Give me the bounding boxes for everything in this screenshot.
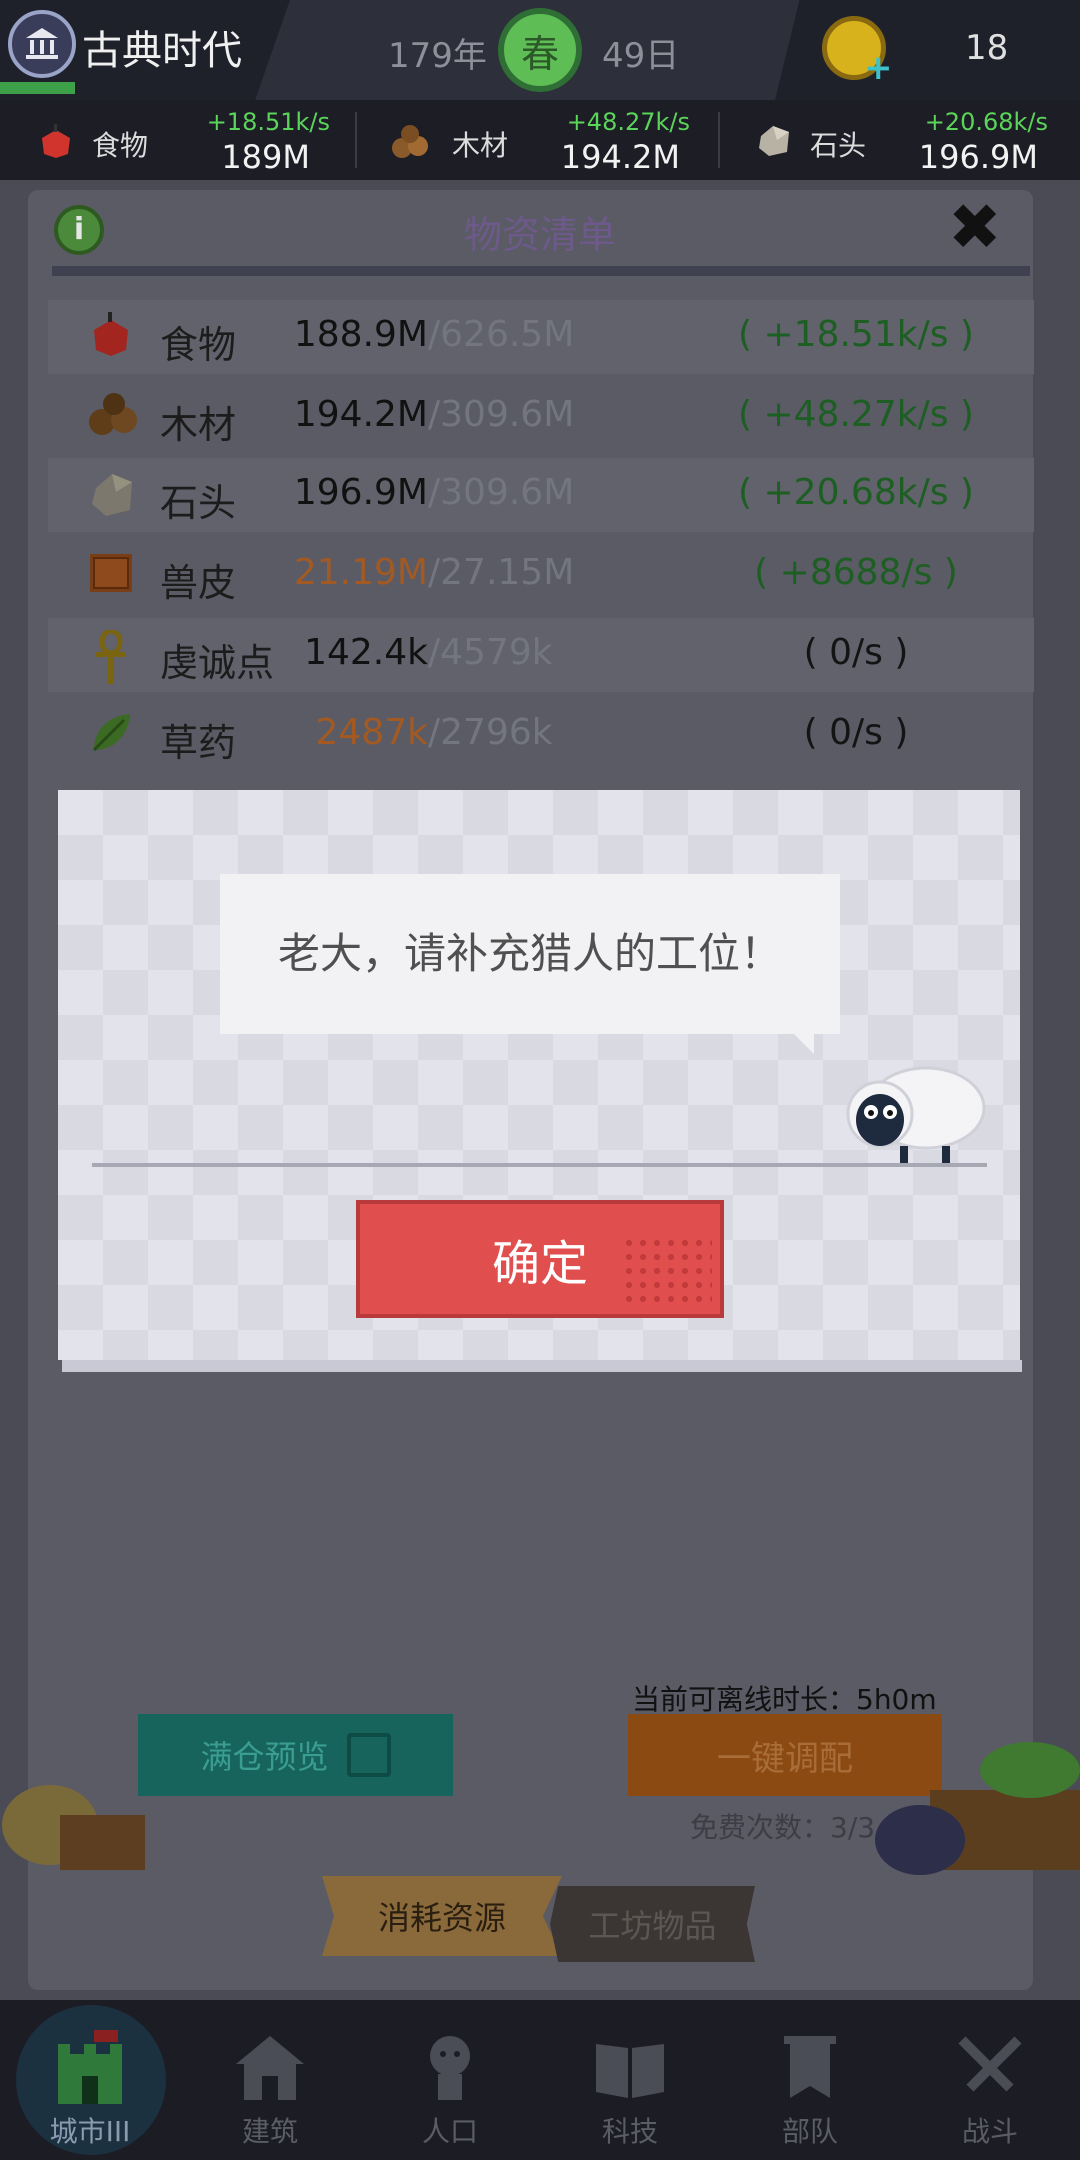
list-item: 石头 196.9M /309.6M ( +20.68k/s ) (48, 458, 1034, 532)
list-item: 虔诚点 142.4k /4579k ( 0/s ) (48, 618, 1034, 692)
divider (355, 112, 357, 168)
nav-item-population[interactable]: 人口 (385, 2010, 515, 2160)
nav-label-troops: 部队 (781, 2115, 838, 2148)
nav-item-buildings[interactable]: 建筑 (205, 2010, 335, 2160)
dialog-divider (92, 1163, 987, 1167)
castle-icon (50, 2028, 130, 2108)
list-item: 食物 188.9M /626.5M ( +18.51k/s ) (48, 300, 1034, 374)
season-badge: 春 (498, 8, 582, 92)
resource-rate: ( +48.27k/s ) (738, 394, 974, 435)
museum-icon[interactable] (8, 10, 76, 78)
house-icon (230, 2028, 310, 2108)
wood-icon (390, 124, 428, 160)
frog-crate-decoration (860, 1730, 1080, 1880)
nav-label-population: 人口 (421, 2115, 478, 2148)
resource-capacity: /27.15M (428, 552, 575, 593)
resource-name-stone: 石头 (810, 129, 867, 162)
resource-capacity: /4579k (428, 632, 553, 673)
apple-icon (88, 312, 134, 358)
person-icon (410, 2028, 490, 2108)
nav-label-battle: 战斗 (961, 2115, 1018, 2148)
swords-icon (950, 2028, 1030, 2108)
sack-decoration (0, 1755, 150, 1875)
ankh-icon (88, 628, 134, 684)
speech-bubble-tail (790, 1030, 814, 1054)
resource-capacity: /309.6M (428, 472, 575, 513)
nav-label-tech: 科技 (601, 2115, 658, 2148)
offline-duration: 当前可离线时长：5h0m (632, 1683, 937, 1716)
full-storage-preview-button[interactable]: 满仓预览 (138, 1714, 453, 1796)
resource-rate-food: +18.51k/s (206, 108, 330, 136)
book-icon (590, 2028, 670, 2108)
wood-icon (88, 392, 137, 438)
resource-rate: ( +18.51k/s ) (738, 314, 974, 355)
nav-item-troops[interactable]: 部队 (745, 2010, 875, 2160)
nav-item-city[interactable]: 城市III (25, 2010, 155, 2160)
add-coins-icon[interactable]: + (864, 48, 893, 88)
resource-capacity: /2796k (428, 712, 553, 753)
resource-current: 188.9M (293, 314, 428, 355)
title-divider (52, 266, 1030, 276)
era-title: 古典时代 (82, 28, 242, 74)
resource-current: 21.19M (293, 552, 428, 593)
stone-icon (88, 470, 134, 516)
sheep-mascot-icon (838, 1050, 988, 1170)
resource-capacity: /626.5M (428, 314, 575, 355)
resource-amount-food: 189M (221, 138, 310, 176)
apple-icon (38, 124, 74, 160)
resource-name-wood: 木材 (452, 129, 509, 162)
list-item: 兽皮 21.19M /27.15M ( +8688/s ) (48, 538, 1034, 612)
resource-name: 兽皮 (160, 561, 237, 605)
resource-current: 142.4k (304, 632, 428, 673)
stone-icon (755, 122, 791, 158)
close-icon[interactable]: ✖ (948, 196, 1002, 260)
resource-amount-stone: 196.9M (918, 138, 1038, 176)
tab-consume-resources[interactable]: 消耗资源 (322, 1876, 562, 1956)
resource-rate: ( +8688/s ) (754, 552, 958, 593)
tab-workshop-items[interactable]: 工坊物品 (550, 1886, 755, 1962)
resource-rate-stone: +20.68k/s (924, 108, 1048, 136)
year-label: 179年 (388, 36, 487, 76)
resource-name: 虔诚点 (160, 641, 275, 685)
resource-capacity: /309.6M (428, 394, 575, 435)
dialog-message: 老大，请补充猎人的工位！ (220, 874, 840, 1034)
full-storage-preview-label: 满仓预览 (200, 1738, 329, 1776)
resource-current: 196.9M (293, 472, 428, 513)
confirm-button[interactable]: 确定 (356, 1200, 724, 1318)
resource-current: 194.2M (293, 394, 428, 435)
resource-amount-wood: 194.2M (560, 138, 680, 176)
resource-rate: ( +20.68k/s ) (738, 472, 974, 513)
era-progress-bar (0, 82, 75, 94)
resource-name: 木材 (160, 403, 237, 447)
list-item: 草药 2487k /2796k ( 0/s ) (48, 698, 1034, 772)
resource-rate: ( 0/s ) (803, 632, 909, 673)
coin-count: 18 (965, 28, 1009, 68)
hide-icon (88, 550, 134, 596)
nav-label-buildings: 建筑 (241, 2115, 298, 2148)
nav-label-city: 城市III (49, 2115, 131, 2148)
day-label: 49日 (602, 36, 680, 76)
dialog-shadow (62, 1360, 1022, 1372)
nav-item-tech[interactable]: 科技 (565, 2010, 695, 2160)
panel-title: 物资清单 (463, 213, 616, 257)
preview-checkbox[interactable] (346, 1733, 391, 1777)
resource-current: 2487k (315, 712, 428, 753)
resource-name: 草药 (160, 721, 237, 765)
resource-rate: ( 0/s ) (803, 712, 909, 753)
resource-name: 石头 (160, 481, 237, 525)
banner-icon (770, 2028, 850, 2108)
resource-name: 食物 (160, 323, 237, 367)
herb-icon (88, 710, 134, 756)
divider (718, 112, 720, 168)
free-count: 免费次数：3/3 (690, 1811, 876, 1844)
resource-rate-wood: +48.27k/s (566, 108, 690, 136)
list-item: 木材 194.2M /309.6M ( +48.27k/s ) (48, 380, 1034, 454)
nav-item-battle[interactable]: 战斗 (925, 2010, 1055, 2160)
confirm-button-label: 确定 (491, 1236, 588, 1292)
